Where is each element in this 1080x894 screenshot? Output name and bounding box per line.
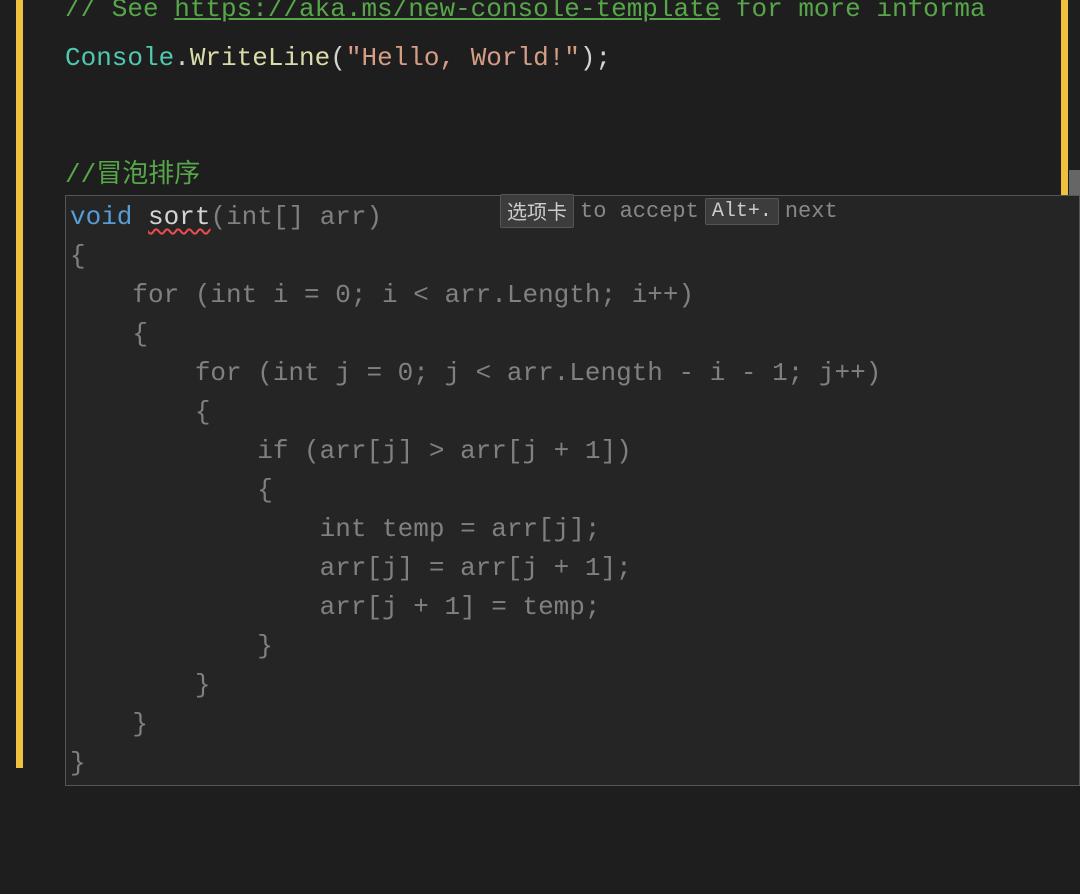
comment-link[interactable]: https://aka.ms/new-console-template [174,0,720,24]
dot: . [174,43,190,73]
paren-close: ); [580,43,611,73]
paren-open-sig: ( [210,202,226,232]
array-brackets: [] [273,202,304,232]
arr-param: arr [320,202,367,232]
comment-line: // See https://aka.ms/new-console-templa… [65,0,1080,29]
string-literal: "Hello, World!" [346,43,580,73]
alt-key-badge: Alt+. [705,198,779,225]
accept-hint: 选项卡 to accept Alt+. next [500,194,838,228]
code-editor[interactable]: // See https://aka.ms/new-console-templa… [0,0,1080,786]
sort-comment: //冒泡排序 [65,156,1080,195]
paren-open: ( [330,43,346,73]
console-class: Console [65,43,174,73]
writeline-method: WriteLine [190,43,330,73]
intellisense-suggestion[interactable]: void sort(int[] arr) { for (int i = 0; i… [65,195,1080,786]
space [132,202,148,232]
blank-line-2 [65,117,1080,156]
tab-key-badge: 选项卡 [500,194,574,228]
comment-suffix: for more informa [720,0,985,24]
paren-close-sig: ) [367,202,383,232]
suggestion-body: { for (int i = 0; i < arr.Length; i++) {… [70,237,1075,783]
comment-prefix: // See [65,0,174,24]
accept-text: to accept [580,199,699,224]
int-type: int [226,202,273,232]
console-line: Console.WriteLine("Hello, World!"); [65,39,1080,78]
void-keyword: void [70,202,132,232]
next-text: next [785,199,838,224]
sort-function-name: sort [148,202,210,232]
space2 [304,202,320,232]
blank-line-1 [65,78,1080,117]
